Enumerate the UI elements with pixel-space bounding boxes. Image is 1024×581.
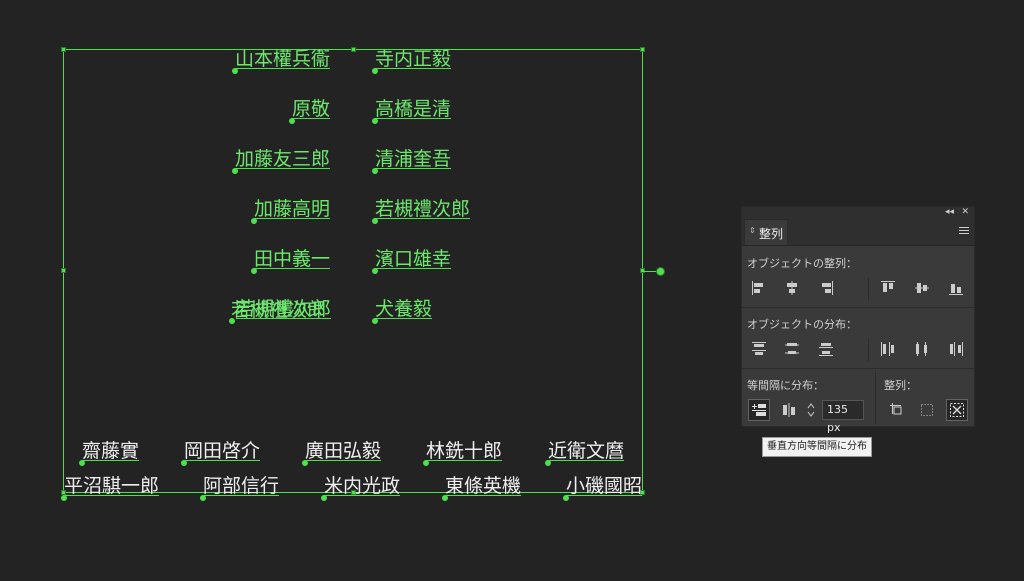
resize-handle-top[interactable] <box>351 47 356 52</box>
text-object-bottom-2-2[interactable]: 阿部信行 <box>200 475 279 501</box>
align-to-artboard-icon[interactable] <box>887 400 907 420</box>
horizontal-distribute-space-icon[interactable] <box>779 400 799 420</box>
text-object-left-4[interactable]: 加藤高明 <box>250 198 330 224</box>
distribute-vertical-center-icon[interactable] <box>782 339 802 359</box>
text-object-left-1[interactable]: 山本權兵衞 <box>231 48 330 74</box>
text-object-bottom-2-5[interactable]: 小磯國昭 <box>563 475 642 501</box>
align-top-icon[interactable] <box>878 278 898 298</box>
align-left-icon[interactable] <box>749 278 769 298</box>
overlapping-text: 若槻禮次郎 <box>231 299 327 321</box>
resize-handle-top-left[interactable] <box>61 47 66 52</box>
text-object-right-1[interactable]: 寺内正毅 <box>372 48 451 74</box>
align-to-selection-icon[interactable] <box>917 400 937 420</box>
text-object-bottom-1-4[interactable]: 林銑十郎 <box>423 440 502 466</box>
tab-align[interactable]: ⇕ 整列 <box>744 219 788 245</box>
spacing-value-input[interactable]: 135 px <box>822 400 864 434</box>
text-object-right-4[interactable]: 若槻禮次郎 <box>372 198 470 224</box>
text-object-right-6[interactable]: 犬養毅 <box>372 298 432 324</box>
align-vertical-center-icon[interactable] <box>912 278 932 298</box>
resize-handle-top-right[interactable] <box>640 47 645 52</box>
panel-title-bar[interactable]: ◂◂ ✕ <box>742 207 974 219</box>
text-object-right-2[interactable]: 高橋是清 <box>372 98 451 124</box>
text-object-bottom-2-1[interactable]: 平沼騏一郎 <box>61 475 159 501</box>
align-horizontal-center-icon[interactable] <box>782 278 802 298</box>
section-title-align-to: 整列： <box>884 379 917 392</box>
text-object-left-6[interactable]: 若槻禮次郎 若槻禮次郎 <box>229 298 331 324</box>
vertical-distribute-space-icon[interactable] <box>748 399 770 421</box>
tooltip: 垂直方向等間隔に分布 <box>762 437 872 457</box>
text-object-right-3[interactable]: 清浦奎吾 <box>372 148 451 174</box>
align-to-key-object-icon[interactable] <box>946 399 968 421</box>
section-title-align-objects: オブジェクトの整列： <box>747 257 857 270</box>
resize-handle-left[interactable] <box>61 268 66 273</box>
text-object-bottom-1-2[interactable]: 岡田啓介 <box>181 440 260 466</box>
text-object-left-3[interactable]: 加藤友三郎 <box>231 148 330 174</box>
align-right-icon[interactable] <box>816 278 836 298</box>
distribute-right-icon[interactable] <box>946 339 966 359</box>
section-title-distribute-spacing: 等間隔に分布： <box>747 379 824 392</box>
text-object-bottom-1-3[interactable]: 廣田弘毅 <box>302 440 381 466</box>
close-icon[interactable]: ✕ <box>961 207 969 217</box>
selection-bounding-box[interactable] <box>63 49 643 493</box>
text-object-left-5[interactable]: 田中義一 <box>250 248 330 274</box>
distribute-bottom-icon[interactable] <box>816 339 836 359</box>
text-object-right-5[interactable]: 濱口雄幸 <box>372 248 451 274</box>
text-object-bottom-1-1[interactable]: 齋藤實 <box>79 440 139 466</box>
distribute-top-icon[interactable] <box>749 339 769 359</box>
updown-arrows-icon: ⇕ <box>749 226 756 235</box>
distribute-horizontal-center-icon[interactable] <box>912 339 932 359</box>
distribute-left-icon[interactable] <box>878 339 898 359</box>
align-bottom-icon[interactable] <box>946 278 966 298</box>
text-object-bottom-2-3[interactable]: 米内光政 <box>321 475 400 501</box>
text-object-bottom-1-5[interactable]: 近衛文麿 <box>545 440 624 466</box>
text-object-bottom-2-4[interactable]: 東條英機 <box>442 475 521 501</box>
panel-menu-icon[interactable] <box>959 227 969 236</box>
double-chevron-left-icon[interactable]: ◂◂ <box>945 207 954 217</box>
text-object-left-2[interactable]: 原敬 <box>288 98 330 124</box>
spacing-stepper[interactable] <box>806 401 816 419</box>
section-title-distribute-objects: オブジェクトの分布： <box>747 318 857 331</box>
rotation-handle[interactable] <box>656 267 665 276</box>
